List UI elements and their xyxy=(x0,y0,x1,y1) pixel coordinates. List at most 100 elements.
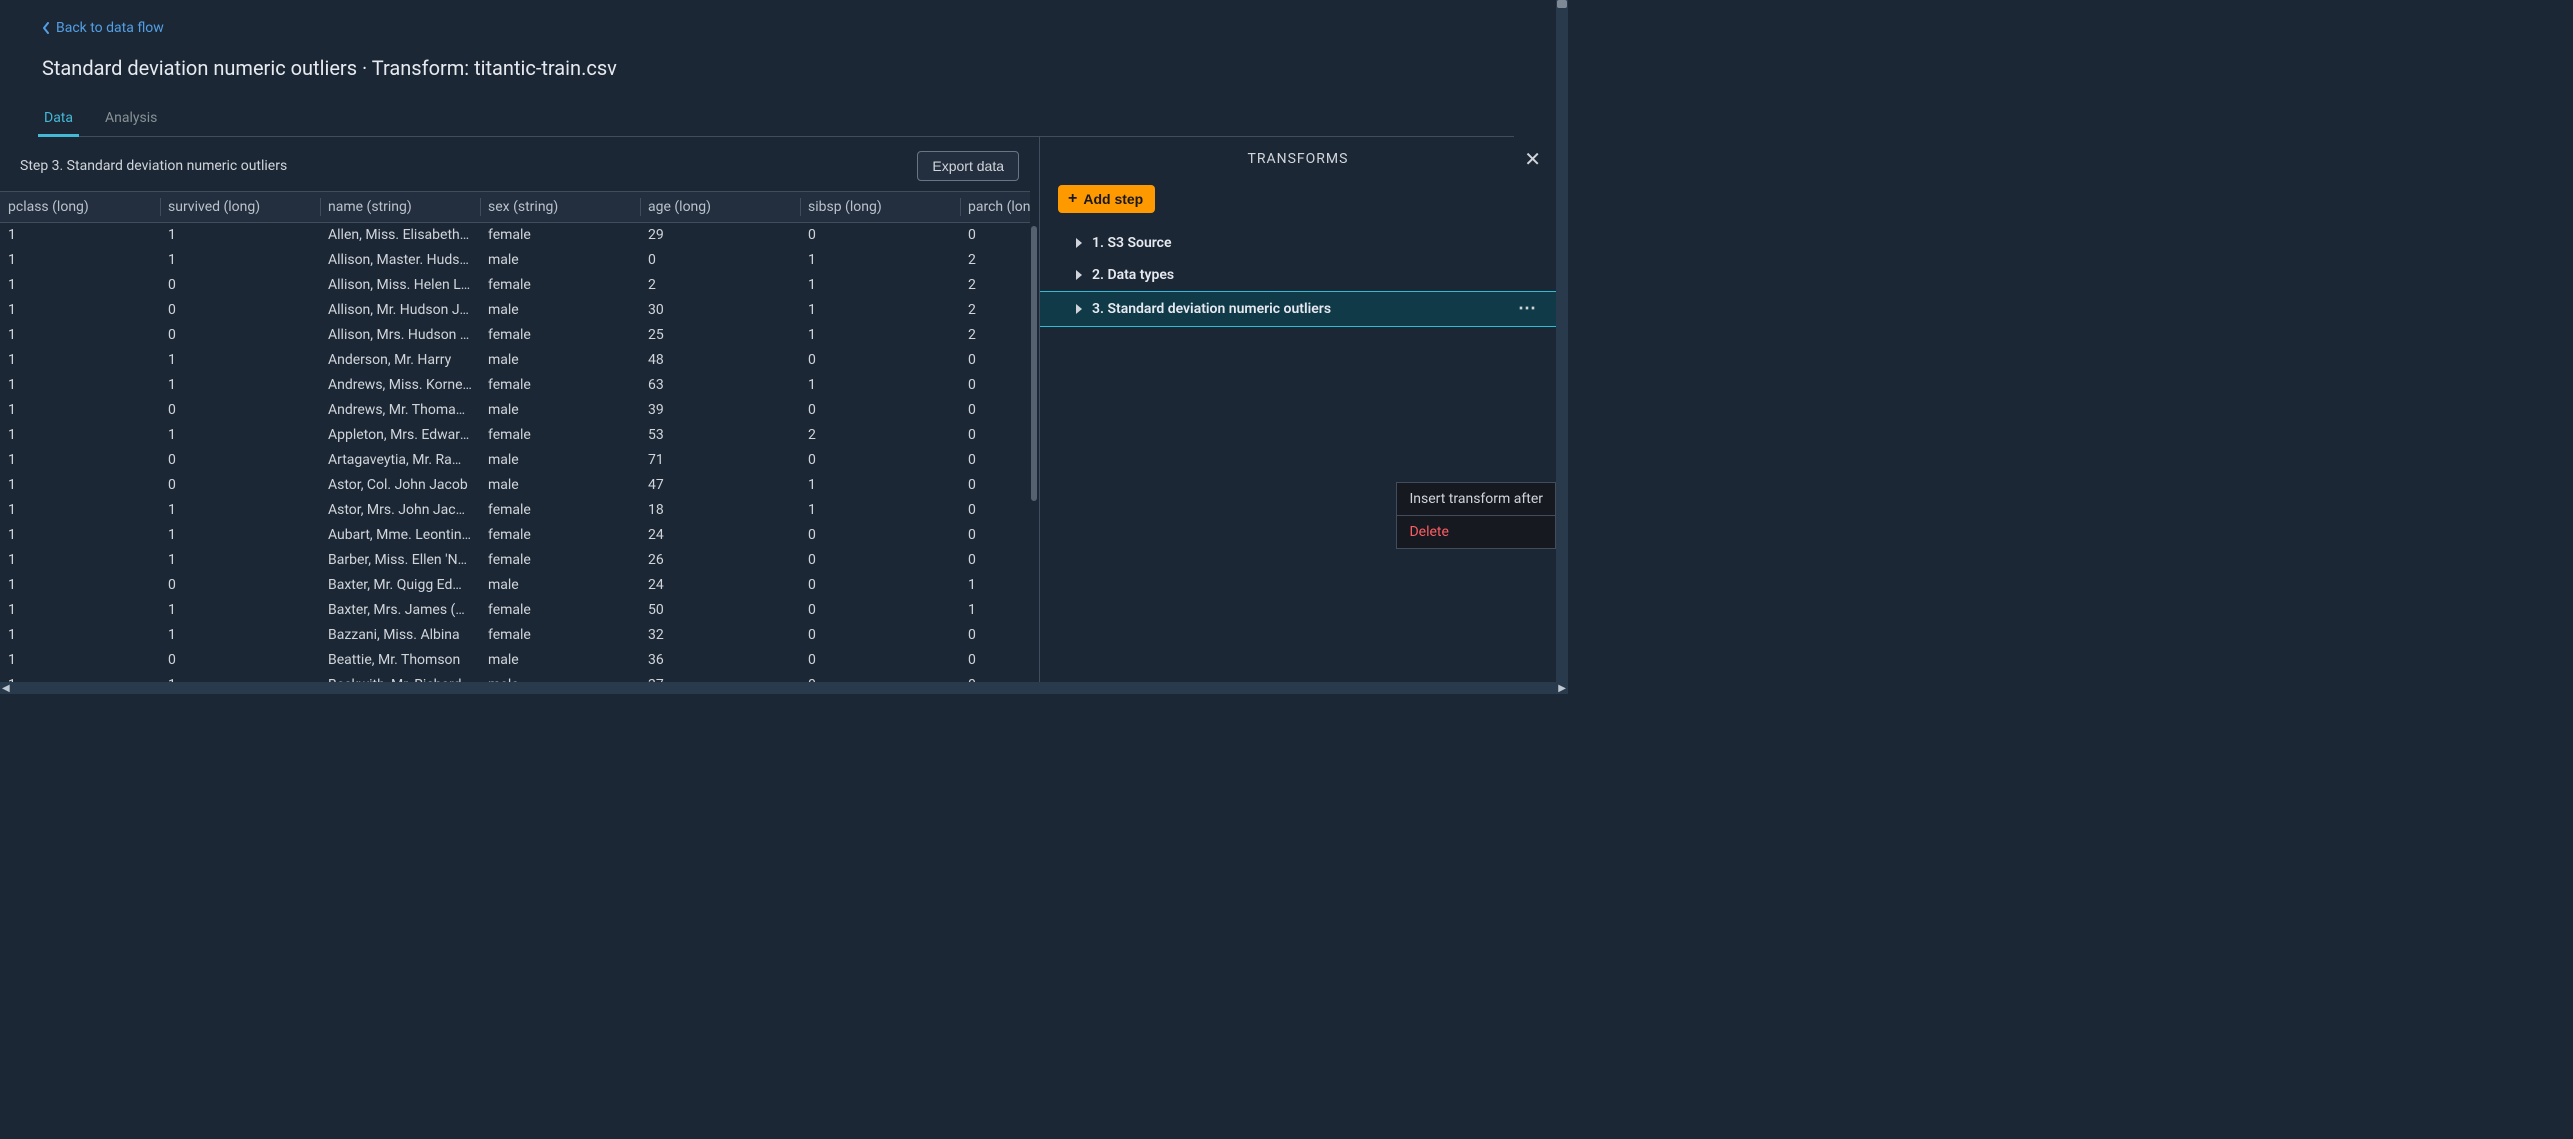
transform-step-std-dev-outliers[interactable]: 3. Standard deviation numeric outliers ⋯ xyxy=(1040,291,1556,327)
table-cell: 1 xyxy=(160,498,320,523)
transform-step-label: 2. Data types xyxy=(1092,267,1174,283)
close-panel-icon[interactable]: ✕ xyxy=(1524,147,1542,171)
transform-step-s3-source[interactable]: 1. S3 Source xyxy=(1040,227,1556,259)
tab-analysis[interactable]: Analysis xyxy=(103,102,159,136)
table-cell: 0 xyxy=(800,398,960,423)
table-cell: 50 xyxy=(640,598,800,623)
table-cell: 0 xyxy=(800,598,960,623)
table-cell: 0 xyxy=(800,673,960,682)
step-context-menu: Insert transform after Delete xyxy=(1396,482,1556,549)
table-cell: 0 xyxy=(960,448,1030,473)
table-cell: 1 xyxy=(0,348,160,373)
table-cell: 1 xyxy=(0,298,160,323)
app-vertical-scrollbar[interactable] xyxy=(1556,0,1568,682)
table-cell: Bazzani, Miss. Albina xyxy=(320,623,480,648)
table-cell: male xyxy=(480,573,640,598)
table-cell: 0 xyxy=(800,648,960,673)
chevron-right-icon xyxy=(1076,304,1082,314)
table-cell: 0 xyxy=(800,348,960,373)
column-header[interactable]: pclass (long) xyxy=(0,191,160,223)
back-link-label: Back to data flow xyxy=(56,20,164,36)
table-cell: 2 xyxy=(960,323,1030,348)
table-cell: 48 xyxy=(640,348,800,373)
table-cell: 29 xyxy=(640,223,800,248)
table-cell: 18 xyxy=(640,498,800,523)
table-cell: male xyxy=(480,398,640,423)
table-cell: 1 xyxy=(0,498,160,523)
table-cell: 0 xyxy=(960,523,1030,548)
table-cell: 39 xyxy=(640,398,800,423)
data-table-pane: Step 3. Standard deviation numeric outli… xyxy=(0,137,1040,682)
table-cell: 2 xyxy=(640,273,800,298)
table-cell: 1 xyxy=(160,548,320,573)
table-cell: Allison, Mrs. Hudson J C… xyxy=(320,323,480,348)
table-cell: Andrews, Miss. Kornelia… xyxy=(320,373,480,398)
back-to-data-flow-link[interactable]: Back to data flow xyxy=(42,20,164,36)
table-cell: Allen, Miss. Elisabeth W… xyxy=(320,223,480,248)
table-cell: 1 xyxy=(0,273,160,298)
table-cell: 32 xyxy=(640,623,800,648)
menu-delete[interactable]: Delete xyxy=(1397,516,1555,548)
table-cell: Astor, Mrs. John Jacob (… xyxy=(320,498,480,523)
table-cell: 1 xyxy=(0,623,160,648)
table-cell: 1 xyxy=(0,398,160,423)
table-cell: 0 xyxy=(960,648,1030,673)
table-cell: 1 xyxy=(800,373,960,398)
table-cell: 30 xyxy=(640,298,800,323)
more-menu-icon[interactable]: ⋯ xyxy=(1518,300,1538,318)
app-horizontal-scrollbar[interactable]: ◀ ▶ xyxy=(0,682,1568,694)
scroll-left-icon[interactable]: ◀ xyxy=(2,683,10,694)
table-cell: 0 xyxy=(160,648,320,673)
table-cell: Aubart, Mme. Leontine … xyxy=(320,523,480,548)
table-cell: female xyxy=(480,623,640,648)
column-header[interactable]: age (long) xyxy=(640,191,800,223)
table-cell: male xyxy=(480,298,640,323)
table-cell: male xyxy=(480,448,640,473)
table-cell: Andrews, Mr. Thomas Jr xyxy=(320,398,480,423)
transforms-panel: TRANSFORMS ✕ + Add step 1. S3 Source 2. … xyxy=(1040,137,1556,682)
column-header[interactable]: name (string) xyxy=(320,191,480,223)
tabs: Data Analysis xyxy=(42,102,1514,137)
table-cell: Beattie, Mr. Thomson xyxy=(320,648,480,673)
table-cell: 24 xyxy=(640,523,800,548)
table-cell: Barber, Miss. Ellen 'Nellie' xyxy=(320,548,480,573)
tab-data[interactable]: Data xyxy=(42,102,75,136)
table-cell: 0 xyxy=(960,398,1030,423)
transform-step-data-types[interactable]: 2. Data types xyxy=(1040,259,1556,291)
table-vertical-scrollbar[interactable] xyxy=(1031,226,1037,501)
table-cell: 1 xyxy=(160,248,320,273)
chevron-right-icon xyxy=(1076,238,1082,248)
column-header[interactable]: sex (string) xyxy=(480,191,640,223)
column-header[interactable]: sibsp (long) xyxy=(800,191,960,223)
table-cell: 0 xyxy=(800,223,960,248)
table-cell: female xyxy=(480,548,640,573)
column-header[interactable]: parch (long) xyxy=(960,191,1030,223)
table-cell: Allison, Miss. Helen Lor… xyxy=(320,273,480,298)
table-cell: 37 xyxy=(640,673,800,682)
table-cell: 1 xyxy=(160,348,320,373)
table-cell: 0 xyxy=(960,223,1030,248)
table-cell: 0 xyxy=(800,548,960,573)
table-cell: 0 xyxy=(960,673,1030,682)
table-cell: 1 xyxy=(160,373,320,398)
table-cell: 0 xyxy=(160,273,320,298)
scroll-right-icon[interactable]: ▶ xyxy=(1558,683,1566,694)
table-cell: female xyxy=(480,598,640,623)
menu-insert-transform-after[interactable]: Insert transform after xyxy=(1397,483,1555,515)
add-step-button[interactable]: + Add step xyxy=(1058,185,1155,213)
table-cell: 26 xyxy=(640,548,800,573)
table-cell: Appleton, Mrs. Edward … xyxy=(320,423,480,448)
chevron-right-icon xyxy=(1076,270,1082,280)
table-cell: female xyxy=(480,373,640,398)
table-cell: Baxter, Mrs. James (Hel… xyxy=(320,598,480,623)
chevron-left-icon xyxy=(42,22,50,34)
table-cell: 0 xyxy=(960,423,1030,448)
column-header[interactable]: survived (long) xyxy=(160,191,320,223)
table-cell: Allison, Mr. Hudson Jos… xyxy=(320,298,480,323)
table-cell: 1 xyxy=(0,423,160,448)
table-cell: 0 xyxy=(960,548,1030,573)
export-data-button[interactable]: Export data xyxy=(917,151,1019,181)
table-cell: 0 xyxy=(800,448,960,473)
table-cell: 47 xyxy=(640,473,800,498)
table-cell: 0 xyxy=(960,348,1030,373)
